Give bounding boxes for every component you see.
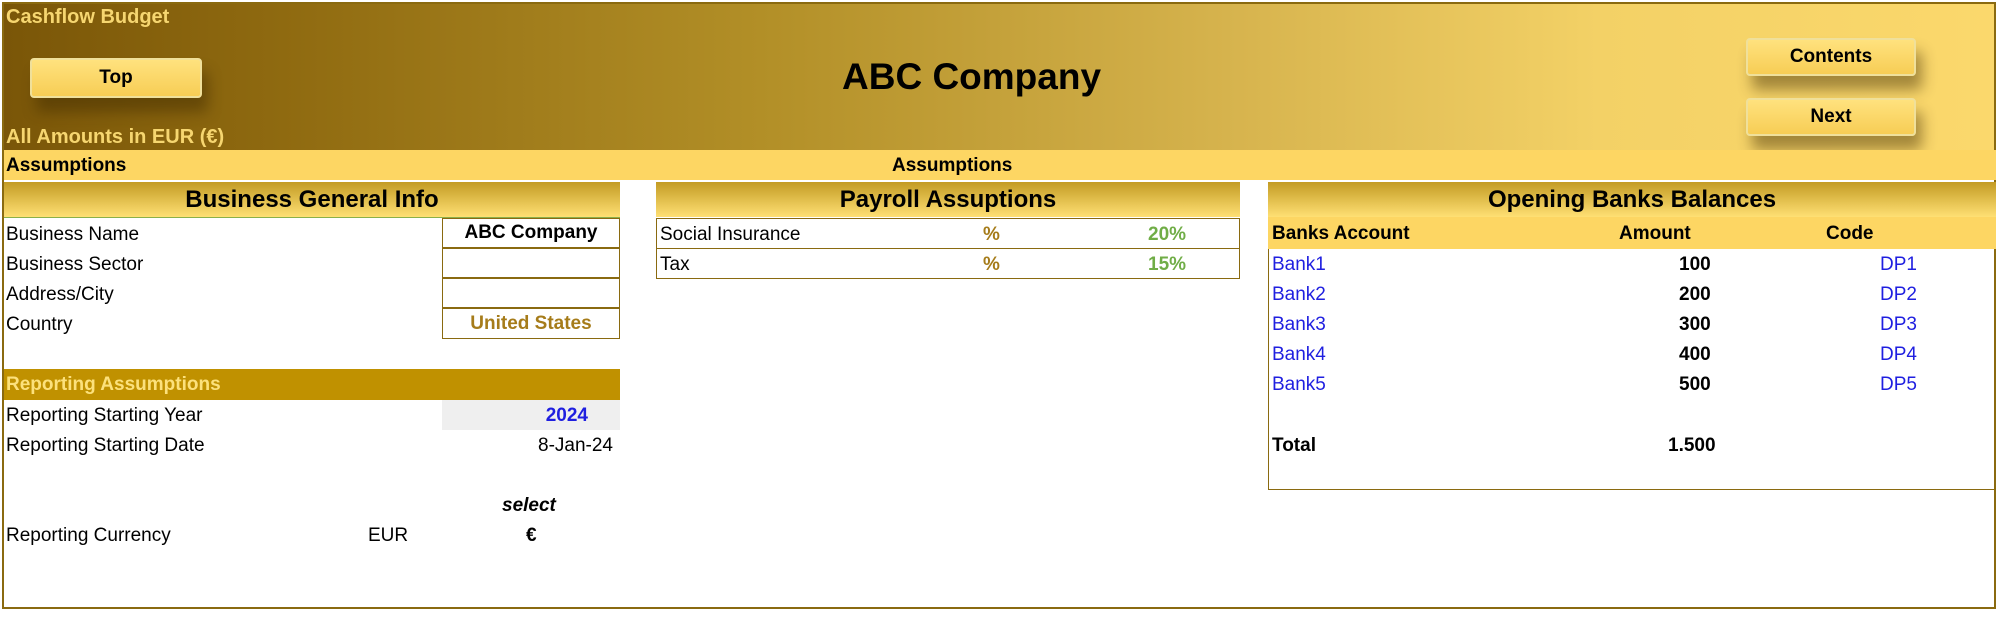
country-label: Country	[6, 314, 73, 335]
start-year-value: 2024	[545, 405, 588, 426]
social-insurance-unit: %	[983, 224, 1000, 245]
currency-symbol: €	[526, 525, 537, 546]
banks-total-value: 1.500	[1668, 435, 1716, 456]
bank-amount: 400	[1679, 344, 1711, 365]
start-year-label: Reporting Starting Year	[6, 405, 203, 426]
bank-account[interactable]: Bank1	[1272, 254, 1326, 276]
banks-columns: Banks Account Amount Code	[1268, 217, 1996, 249]
bank-account[interactable]: Bank3	[1272, 314, 1326, 336]
start-date-label: Reporting Starting Date	[6, 435, 205, 456]
company-title: ABC Company	[842, 56, 1102, 97]
bank-amount: 500	[1679, 374, 1711, 395]
business-sector-cell[interactable]	[442, 248, 620, 278]
banks-total-label: Total	[1272, 435, 1316, 456]
bank-account[interactable]: Bank4	[1272, 344, 1326, 366]
address-city-cell[interactable]	[442, 278, 620, 308]
country-cell[interactable]: United States	[442, 308, 620, 339]
bank-code: DP2	[1880, 284, 1917, 305]
next-button[interactable]: Next	[1746, 98, 1916, 136]
reporting-header: Reporting Assumptions	[4, 369, 620, 400]
bank-account[interactable]: Bank2	[1272, 284, 1326, 306]
start-year-cell[interactable]: 2024	[442, 400, 620, 430]
bank-code: DP3	[1880, 314, 1917, 335]
sheet-title: Cashflow Budget	[6, 6, 170, 28]
col-account: Banks Account	[1272, 223, 1410, 244]
bank-account[interactable]: Bank5	[1272, 374, 1326, 396]
banks-header: Opening Banks Balances	[1268, 182, 1996, 217]
currency-code[interactable]: EUR	[368, 525, 408, 547]
business-sector-label: Business Sector	[6, 254, 144, 275]
bank-code: DP5	[1880, 374, 1917, 395]
business-info-header: Business General Info	[4, 182, 620, 218]
top-button[interactable]: Top	[30, 58, 202, 98]
assumptions-bar: Assumptions Assumptions	[4, 150, 1996, 180]
bank-code: DP4	[1880, 344, 1917, 365]
bank-amount: 200	[1679, 284, 1711, 305]
bank-code: DP1	[1880, 254, 1917, 275]
tax-unit: %	[983, 254, 1000, 275]
social-insurance-value[interactable]: 20%	[1148, 224, 1186, 246]
social-insurance-label: Social Insurance	[660, 224, 801, 245]
reporting-title: Reporting Assumptions	[6, 374, 221, 395]
col-amount: Amount	[1619, 223, 1691, 244]
business-name-cell[interactable]: ABC Company	[442, 218, 620, 248]
tax-label: Tax	[660, 254, 690, 275]
bar-left-label: Assumptions	[6, 155, 127, 176]
bar-center-label: Assumptions	[892, 155, 1013, 176]
bank-amount: 100	[1679, 254, 1711, 275]
contents-button[interactable]: Contents	[1746, 38, 1916, 76]
business-name-label: Business Name	[6, 224, 140, 245]
amounts-label: All Amounts in EUR (€)	[6, 126, 225, 148]
tax-value[interactable]: 15%	[1148, 254, 1186, 276]
select-label: select	[502, 495, 556, 516]
col-code: Code	[1826, 223, 1874, 244]
start-date-value: 8-Jan-24	[538, 435, 613, 456]
currency-label: Reporting Currency	[6, 525, 171, 546]
bank-amount: 300	[1679, 314, 1711, 335]
address-city-label: Address/City	[6, 284, 114, 305]
payroll-header: Payroll Assuptions	[656, 182, 1240, 217]
